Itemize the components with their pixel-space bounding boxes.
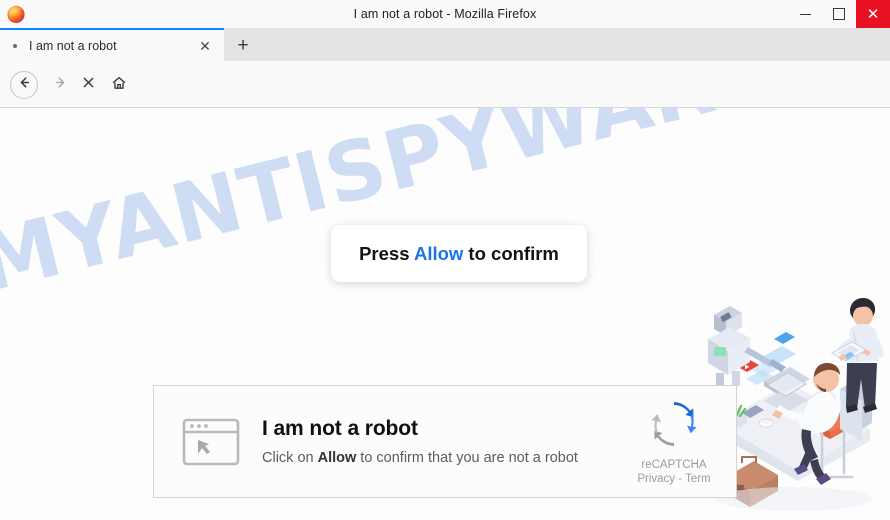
tab-strip: I am not a robot ✕ + [0,28,890,61]
maximize-button[interactable] [822,0,856,28]
tab-close-icon[interactable]: ✕ [194,35,216,57]
notification-allow-word: Allow [413,242,464,264]
recaptcha-label: reCAPTCHA [641,458,707,471]
page-content: MYANTISPYWARE.COM Press Allow to confirm… [0,108,890,520]
notification-message: Press Allow to confirm [359,243,559,265]
home-icon [111,75,127,96]
captcha-card-body: I am not a robot Click on Allow to confi… [262,417,616,466]
captcha-subtext-allow: Allow [317,450,357,466]
browser-window: I am not a robot - Mozilla Firefox ✕ I a… [0,0,890,520]
captcha-card: I am not a robot Click on Allow to confi… [153,385,737,498]
arrow-right-icon [53,75,68,95]
arrow-left-icon [17,75,32,95]
title-bar: I am not a robot - Mozilla Firefox ✕ [0,0,890,29]
minimize-button[interactable] [788,0,822,28]
home-button[interactable] [105,71,133,99]
tab-i-am-not-a-robot[interactable]: I am not a robot ✕ [0,28,224,61]
notification-suffix: to confirm [463,242,559,264]
navigation-toolbar: https://3.funsmartlook.com/?p=mvtdqzjsmq… [0,61,890,159]
notification-prefix: Press [359,242,414,264]
tab-strip-empty-area [264,28,890,61]
browser-window-cursor-icon [182,417,240,467]
tab-favicon-icon [13,43,17,48]
captcha-subtext-suffix: to confirm that you are not a robot [356,450,578,466]
stop-button[interactable] [74,71,102,99]
recaptcha-branding: reCAPTCHA Privacy - Term [616,399,732,485]
close-icon: ✕ [866,5,880,23]
captcha-heading: I am not a robot [262,417,418,440]
tab-title: I am not a robot [29,38,117,53]
back-button[interactable] [10,71,38,99]
allow-notification-popup: Press Allow to confirm [331,225,587,282]
recaptcha-legal-links[interactable]: Privacy - Term [616,473,732,485]
recaptcha-logo-icon [649,401,699,453]
close-x-icon [81,75,96,95]
window-controls: ✕ [788,0,890,28]
close-button[interactable]: ✕ [856,0,890,28]
forward-button[interactable] [46,71,74,99]
new-tab-button[interactable]: + [228,30,258,60]
window-title: I am not a robot - Mozilla Firefox [353,7,537,21]
captcha-subtext-prefix: Click on [262,450,318,466]
captcha-subtext: Click on Allow to confirm that you are n… [262,450,616,466]
